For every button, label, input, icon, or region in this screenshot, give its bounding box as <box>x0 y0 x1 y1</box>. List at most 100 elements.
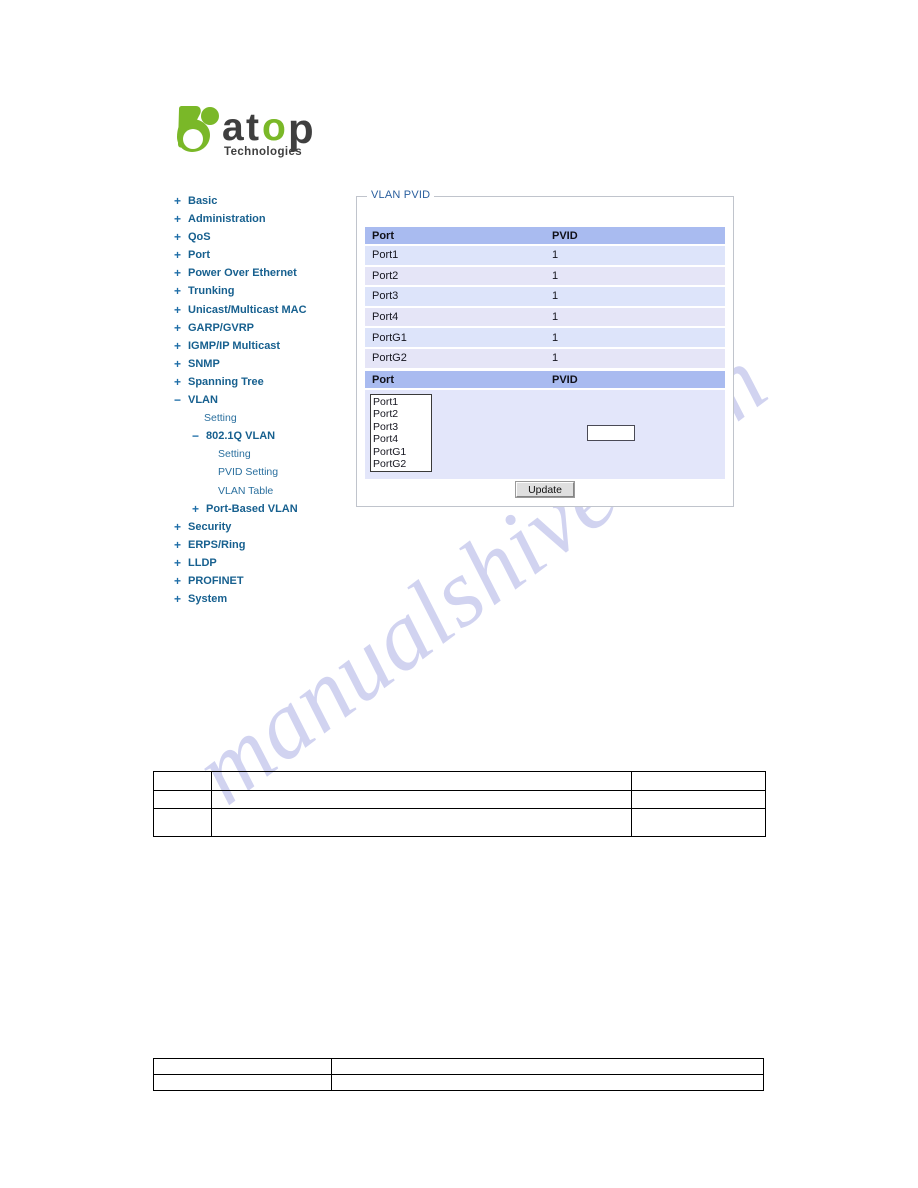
sidebar-item-label: Administration <box>188 213 266 226</box>
sidebar-item-label: Port <box>188 249 210 262</box>
port-option[interactable]: Port4 <box>373 433 431 445</box>
cell-port: Port2 <box>365 265 545 288</box>
sidebar-item-label: Trunking <box>188 285 235 298</box>
expand-icon[interactable]: + <box>172 572 183 590</box>
port-option[interactable]: Port3 <box>373 421 431 433</box>
expand-icon[interactable]: + <box>172 210 183 228</box>
sidebar-item-label: QoS <box>188 231 211 244</box>
port-option[interactable]: PortG1 <box>373 446 431 458</box>
doc-table-upper-cell <box>153 771 212 791</box>
doc-table-lower-cell <box>153 1058 332 1075</box>
expand-icon[interactable]: + <box>172 554 183 572</box>
sidebar-item-igmp-ip-multicast[interactable]: + IGMP/IP Multicast <box>172 337 358 355</box>
expand-icon[interactable]: + <box>172 264 183 282</box>
collapse-icon[interactable]: − <box>190 427 201 445</box>
doc-table-upper-cell <box>211 808 632 837</box>
sidebar-item-802-1q-vlan[interactable]: −802.1Q VLAN <box>172 427 358 445</box>
table-row: PortG2 1 <box>365 347 725 370</box>
sidebar-item-pvid-setting[interactable]: PVID Setting <box>172 463 358 481</box>
sidebar-item-label: Basic <box>188 195 218 207</box>
sidebar-item-vlan[interactable]: − VLAN <box>172 391 358 409</box>
expand-icon[interactable]: + <box>172 518 183 536</box>
port-select-cell: Port1 Port2 Port3 Port4 PortG1 PortG2 <box>365 389 545 479</box>
pvid-status-table: Port PVID Port1 1 Port2 1 Port3 1 Port4 1 PortG1… <box>365 227 725 370</box>
sidebar-item-label: Setting <box>204 412 237 425</box>
svg-text:p: p <box>288 105 314 152</box>
sidebar-item-qos[interactable]: + QoS <box>172 228 358 246</box>
expand-icon[interactable]: + <box>172 282 183 300</box>
sidebar-item-setting[interactable]: Setting <box>172 409 358 427</box>
sidebar-item-system[interactable]: + System <box>172 590 358 608</box>
sidebar-item-erps-ring[interactable]: + ERPS/Ring <box>172 536 358 554</box>
sidebar-item-garp-gvrp[interactable]: + GARP/GVRP <box>172 319 358 337</box>
column-header-pvid: PVID <box>545 371 725 390</box>
svg-text:a: a <box>222 106 244 149</box>
sidebar-item-port-based-vlan[interactable]: + Port-Based VLAN <box>172 500 358 518</box>
cell-pvid: 1 <box>545 347 725 370</box>
port-option[interactable]: Port1 <box>373 396 431 408</box>
column-header-port: Port <box>365 371 545 390</box>
sidebar-item-setting[interactable]: Setting <box>172 445 358 463</box>
sidebar-item-label: System <box>188 593 228 606</box>
cell-pvid: 1 <box>545 265 725 288</box>
sidebar-item-basic[interactable]: + Basic <box>172 192 358 210</box>
sidebar-item-label: GARP/GVRP <box>188 321 255 334</box>
table-row: Port4 1 <box>365 306 725 329</box>
sidebar-item-label: PROFINET <box>188 574 244 587</box>
pvid-edit-row: Port1 Port2 Port3 Port4 PortG1 PortG2 <box>365 389 725 479</box>
cell-port: PortG1 <box>365 327 545 349</box>
update-button[interactable]: Update <box>516 482 574 497</box>
expand-icon[interactable]: + <box>172 319 183 337</box>
svg-text:Technologies: Technologies <box>224 146 302 158</box>
sidebar-item-label: PVID Setting <box>218 466 279 479</box>
sidebar-item-profinet[interactable]: + PROFINET <box>172 572 358 590</box>
sidebar-item-power-over-ethernet[interactable]: + Power Over Ethernet <box>172 264 358 282</box>
sidebar-menu[interactable]: + Basic + Administration + QoS + Port + Power Ove… <box>172 192 358 608</box>
doc-table-lower-cell <box>331 1058 764 1075</box>
sidebar-item-spanning-tree[interactable]: + Spanning Tree <box>172 373 358 391</box>
sidebar-item-trunking[interactable]: + Trunking <box>172 282 358 300</box>
sidebar-item-label: 802.1Q VLAN <box>206 430 276 443</box>
expand-icon[interactable]: + <box>172 536 183 554</box>
doc-table-lower-cell <box>331 1074 764 1091</box>
port-option[interactable]: PortG2 <box>373 458 431 470</box>
expand-icon[interactable]: + <box>172 246 183 264</box>
pvid-edit-table: Port PVID Port1 Port2 Port3 Port4 PortG1 Port… <box>365 371 725 479</box>
expand-icon[interactable]: + <box>172 228 183 246</box>
table-header-row: Port PVID <box>365 371 725 390</box>
cell-port: PortG2 <box>365 347 545 370</box>
expand-icon[interactable]: + <box>172 192 183 210</box>
sidebar-item-unicast-multicast-mac[interactable]: + Unicast/Multicast MAC <box>172 301 358 319</box>
svg-text:t: t <box>246 106 259 149</box>
cell-port: Port4 <box>365 306 545 329</box>
sidebar-item-snmp[interactable]: + SNMP <box>172 355 358 373</box>
sidebar-item-lldp[interactable]: + LLDP <box>172 554 358 572</box>
cell-port: Port3 <box>365 286 545 308</box>
expand-icon[interactable]: + <box>172 355 183 373</box>
svg-text:o: o <box>262 106 286 149</box>
column-header-pvid: PVID <box>545 227 725 246</box>
doc-table-upper-cell <box>631 771 766 791</box>
expand-icon[interactable]: + <box>172 373 183 391</box>
sidebar-item-label: Security <box>188 520 232 533</box>
collapse-icon[interactable]: − <box>172 391 183 409</box>
cell-pvid: 1 <box>545 327 725 349</box>
cell-pvid: 1 <box>545 286 725 308</box>
sidebar-item-label: ERPS/Ring <box>188 538 246 551</box>
sidebar-item-administration[interactable]: + Administration <box>172 210 358 228</box>
port-select-listbox[interactable]: Port1 Port2 Port3 Port4 PortG1 PortG2 <box>370 394 432 473</box>
column-header-port: Port <box>365 227 545 246</box>
expand-icon[interactable]: + <box>190 500 201 518</box>
sidebar-item-security[interactable]: + Security <box>172 518 358 536</box>
port-option[interactable]: Port2 <box>373 408 431 420</box>
sidebar-item-port[interactable]: + Port <box>172 246 358 264</box>
cell-pvid: 1 <box>545 306 725 329</box>
pvid-input[interactable] <box>587 425 635 441</box>
doc-table-upper-row <box>153 790 766 809</box>
expand-icon[interactable]: + <box>172 337 183 355</box>
sidebar-item-label: VLAN <box>188 394 218 407</box>
expand-icon[interactable]: + <box>172 301 183 319</box>
sidebar-item-vlan-table[interactable]: VLAN Table <box>172 482 358 500</box>
expand-icon[interactable]: + <box>172 590 183 608</box>
doc-table-upper-cell <box>153 808 212 837</box>
